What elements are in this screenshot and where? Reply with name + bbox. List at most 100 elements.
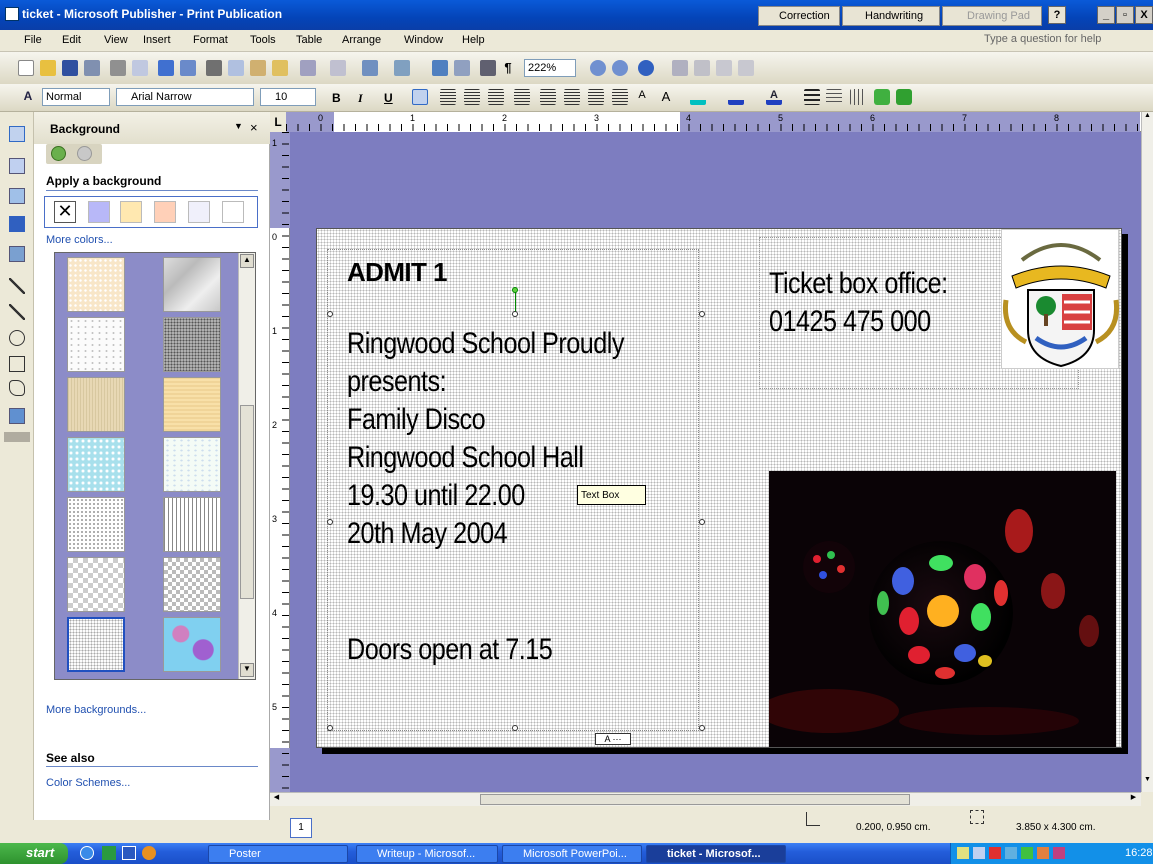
bring-forward-icon[interactable] — [362, 60, 378, 76]
texture-marble[interactable] — [163, 257, 221, 312]
font-size-select[interactable]: 10 — [260, 88, 316, 106]
drawing-pad-button[interactable]: Drawing Pad — [942, 6, 1042, 26]
handwriting-button[interactable]: Handwriting — [842, 6, 940, 26]
link-icon[interactable] — [672, 60, 688, 76]
select-objects-icon[interactable] — [9, 126, 25, 142]
picture-frame-icon[interactable] — [9, 246, 25, 262]
swatch-lavender[interactable] — [88, 201, 110, 223]
decrease-font-icon[interactable]: A — [634, 89, 650, 105]
texture-straw[interactable] — [163, 377, 221, 432]
line-spacing-icon[interactable] — [514, 89, 530, 105]
internet-explorer-icon[interactable] — [80, 846, 94, 860]
menu-format[interactable]: Format — [193, 34, 228, 46]
unlink-icon[interactable] — [694, 60, 710, 76]
texture-water[interactable] — [67, 437, 125, 492]
publisher-app-icon[interactable] — [5, 7, 19, 21]
close-button[interactable]: X — [1135, 6, 1153, 24]
spelling-icon[interactable] — [158, 60, 174, 76]
taskbar-item-writeup[interactable]: Writeup - Microsof... — [356, 845, 498, 863]
pen-tablet-icon[interactable] — [989, 847, 1001, 859]
resize-handle-tl[interactable] — [327, 311, 333, 317]
texture-diamond[interactable] — [163, 557, 221, 612]
zoom-out-icon[interactable] — [590, 60, 606, 76]
copy-icon[interactable] — [228, 60, 244, 76]
italic-button[interactable]: I — [358, 91, 363, 106]
more-colors-link[interactable]: More colors... — [46, 234, 113, 246]
resize-handle-r[interactable] — [699, 519, 705, 525]
shadow-style-icon[interactable] — [874, 89, 890, 105]
scroll-thumb[interactable] — [240, 405, 254, 599]
bold-button[interactable]: B — [332, 91, 341, 105]
arrow-icon[interactable] — [9, 304, 25, 320]
resize-handle-tr[interactable] — [699, 311, 705, 317]
research-icon[interactable] — [180, 60, 196, 76]
decrease-indent-icon[interactable] — [588, 89, 604, 105]
print-icon[interactable] — [110, 60, 126, 76]
oval-icon[interactable] — [9, 330, 25, 346]
scroll-down-icon[interactable]: ▼ — [1142, 776, 1153, 788]
color-schemes-link[interactable]: Color Schemes... — [46, 777, 130, 789]
text-overflow-indicator[interactable]: A ⋯ — [595, 733, 631, 745]
school-crest-image[interactable] — [1001, 229, 1120, 369]
fill-color-icon[interactable] — [690, 89, 706, 105]
taskbar-item-powerpoint[interactable]: Microsoft PowerPoi... — [502, 845, 642, 863]
texture-light-speckle[interactable] — [163, 437, 221, 492]
security-icon[interactable] — [1021, 847, 1033, 859]
hyperlink-icon[interactable] — [432, 60, 448, 76]
menu-view[interactable]: View — [104, 34, 128, 46]
texture-paper[interactable] — [67, 317, 125, 372]
undo-icon[interactable] — [300, 60, 316, 76]
save-icon[interactable] — [62, 60, 78, 76]
no-fill-swatch[interactable]: ✕ — [54, 201, 76, 223]
swatch-peach[interactable] — [154, 201, 176, 223]
taskbar-item-ticket[interactable]: ticket - Microsof... — [646, 845, 786, 863]
rectangle-icon[interactable] — [9, 356, 25, 372]
rotation-handle[interactable] — [512, 287, 518, 293]
toolbar-options-icon[interactable] — [4, 432, 30, 442]
ticket-page[interactable]: ADMIT 1 Ringwood School Proudly presents… — [316, 228, 1122, 748]
increase-indent-icon[interactable] — [612, 89, 628, 105]
texture-fine-dots-selected[interactable] — [67, 617, 125, 672]
texture-parchment[interactable] — [67, 257, 125, 312]
ruler-corner[interactable]: L — [270, 112, 286, 132]
vertical-ruler[interactable]: 1 0 1 2 3 4 5 — [270, 132, 290, 792]
autoshapes-icon[interactable] — [9, 380, 25, 396]
line-style-icon[interactable] — [804, 89, 820, 105]
styles-icon[interactable]: A — [20, 89, 36, 105]
help-icon[interactable] — [638, 60, 654, 76]
zoom-select[interactable]: 222% — [524, 59, 576, 77]
help-icon[interactable]: ? — [1048, 6, 1066, 24]
previous-icon[interactable] — [716, 60, 732, 76]
insert-table-icon[interactable] — [9, 188, 25, 204]
minimize-button[interactable]: _ — [1097, 6, 1115, 24]
zoom-in-icon[interactable] — [612, 60, 628, 76]
texture-floral[interactable] — [163, 617, 221, 672]
numbering-icon[interactable] — [540, 89, 556, 105]
arrow-style-icon[interactable] — [850, 89, 866, 105]
new-icon[interactable] — [18, 60, 34, 76]
disco-ball-image[interactable] — [769, 471, 1116, 747]
resize-handle-b[interactable] — [512, 725, 518, 731]
menu-window[interactable]: Window — [404, 34, 443, 46]
workspace-vertical-scrollbar[interactable]: ▲ ▼ — [1141, 112, 1153, 792]
scroll-up-icon[interactable]: ▲ — [1142, 112, 1153, 124]
format-painter-icon[interactable] — [272, 60, 288, 76]
outlook-quicklaunch-icon[interactable] — [142, 846, 156, 860]
scroll-down-icon[interactable]: ▼ — [240, 663, 254, 677]
text-box-icon[interactable] — [9, 158, 25, 174]
align-left-icon[interactable] — [412, 89, 428, 105]
columns-icon[interactable] — [480, 60, 496, 76]
resize-handle-bl[interactable] — [327, 725, 333, 731]
align-center-icon[interactable] — [440, 89, 456, 105]
3d-style-icon[interactable] — [896, 89, 912, 105]
menu-tools[interactable]: Tools — [250, 34, 276, 46]
dash-style-icon[interactable] — [826, 89, 842, 105]
texture-canvas[interactable] — [67, 377, 125, 432]
page-navigator-icon[interactable]: 1 — [290, 818, 312, 838]
menu-file[interactable]: File — [24, 34, 42, 46]
horizontal-scroll-thumb[interactable] — [480, 794, 910, 805]
pilcrow-icon[interactable]: ¶ — [500, 60, 516, 76]
task-pane-close-icon[interactable]: × — [250, 120, 258, 135]
increase-font-icon[interactable]: A — [658, 89, 674, 105]
swatch-cream[interactable] — [120, 201, 142, 223]
